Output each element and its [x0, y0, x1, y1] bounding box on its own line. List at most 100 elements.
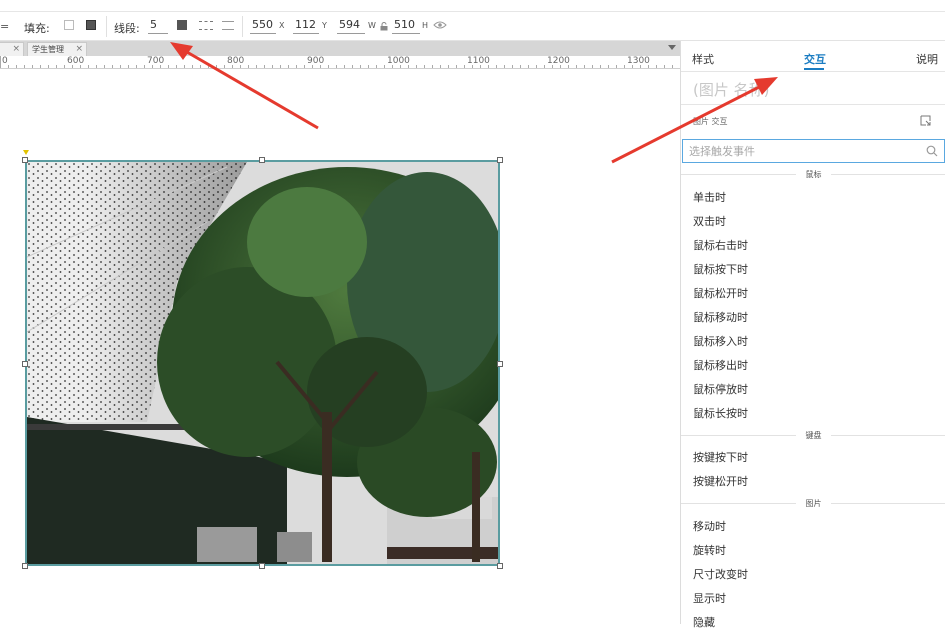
ruler-label: 900 — [307, 56, 325, 66]
ruler-tick — [16, 65, 17, 68]
event-item[interactable]: 双击时 — [693, 213, 726, 229]
tab-label: 学生管理 — [32, 45, 64, 54]
ruler-tick — [88, 65, 89, 68]
ruler-tick — [280, 65, 281, 68]
ruler-tick — [120, 65, 121, 68]
ruler-tick — [528, 65, 529, 68]
ruler-tick — [552, 65, 553, 68]
ruler-tick — [416, 65, 417, 68]
ruler-tick — [480, 65, 481, 68]
ruler-tick — [472, 65, 473, 68]
ruler-tick — [256, 65, 257, 68]
event-item[interactable]: 鼠标长按时 — [693, 405, 748, 421]
height-input[interactable]: 510 — [392, 18, 420, 34]
ruler-tick — [616, 65, 617, 68]
ruler-tick — [320, 65, 321, 68]
stroke-width-input[interactable]: 5 — [148, 18, 168, 34]
tab-style[interactable]: 样式 — [692, 51, 714, 67]
design-canvas[interactable] — [0, 69, 680, 624]
ruler-tick — [248, 65, 249, 68]
tab-dropdown-icon[interactable] — [668, 45, 676, 50]
tab-previous[interactable]: × — [0, 42, 24, 56]
toolbar-divider — [242, 16, 243, 37]
ruler-label: 600 — [67, 56, 85, 66]
event-item[interactable]: 隐藏 — [693, 614, 715, 630]
ruler-label: 1300 — [627, 56, 650, 66]
event-item[interactable]: 按键按下时 — [693, 449, 748, 465]
ruler-label: 1100 — [467, 56, 490, 66]
fill-shadow-swatch[interactable] — [86, 20, 96, 30]
event-item[interactable]: 鼠标停放时 — [693, 381, 748, 397]
visibility-eye-icon[interactable] — [433, 20, 447, 30]
event-item[interactable]: 单击时 — [693, 189, 726, 205]
resize-handle-right[interactable] — [497, 361, 503, 367]
event-item[interactable]: 鼠标移动时 — [693, 309, 748, 325]
ruler-label: 1000 — [387, 56, 410, 66]
stroke-label: 线段: — [114, 22, 140, 35]
ruler-tick — [632, 65, 633, 68]
stroke-color-swatch[interactable] — [177, 20, 187, 30]
ruler-tick — [576, 65, 577, 68]
event-item[interactable]: 移动时 — [693, 518, 726, 534]
ruler-label: 1200 — [547, 56, 570, 66]
event-item[interactable]: 鼠标右击时 — [693, 237, 748, 253]
event-item[interactable]: 旋转时 — [693, 542, 726, 558]
tab-interaction[interactable]: 交互 — [804, 51, 826, 67]
menu-lines-icon[interactable]: = — [0, 20, 9, 33]
resize-handle-bottom[interactable] — [259, 563, 265, 569]
ruler-tick — [560, 65, 561, 68]
resize-handle-bottom-left[interactable] — [22, 563, 28, 569]
tab-notes[interactable]: 说明 — [916, 51, 938, 67]
arrow-style-icon[interactable] — [222, 21, 234, 30]
section-mouse-label: 鼠标 — [805, 170, 822, 179]
ruler-tick — [104, 65, 105, 68]
event-search-input[interactable] — [689, 143, 919, 159]
resize-handle-bottom-right[interactable] — [497, 563, 503, 569]
ruler-tick — [288, 65, 289, 68]
element-name-field[interactable]: (图片 名称) — [693, 79, 769, 100]
y-input[interactable]: 112 — [293, 18, 319, 34]
ruler-tick — [584, 65, 585, 68]
resize-handle-left[interactable] — [22, 361, 28, 367]
tab-close-icon[interactable]: × — [12, 43, 20, 56]
ruler-tick — [648, 65, 649, 68]
resize-handle-top-right[interactable] — [497, 157, 503, 163]
x-input[interactable]: 550 — [250, 18, 276, 34]
ruler-tick — [600, 65, 601, 68]
ruler-tick — [344, 65, 345, 68]
ruler-tick — [272, 65, 273, 68]
line-pattern-icon[interactable] — [199, 21, 213, 30]
ruler-label: 700 — [147, 56, 165, 66]
ruler-tick — [64, 65, 65, 68]
ruler-tick — [392, 65, 393, 68]
event-item[interactable]: 鼠标移出时 — [693, 357, 748, 373]
expand-interactions-icon[interactable] — [920, 115, 931, 126]
resize-handle-top-left[interactable] — [22, 157, 28, 163]
fill-color-swatch[interactable] — [64, 20, 74, 30]
ruler-tick — [48, 65, 49, 68]
ruler-tick — [240, 65, 241, 68]
ruler-tick — [96, 65, 97, 68]
event-item[interactable]: 尺寸改变时 — [693, 566, 748, 582]
event-item[interactable]: 按键松开时 — [693, 473, 748, 489]
tab-close-icon[interactable]: × — [75, 43, 83, 56]
tab-student-management[interactable]: 学生管理 × — [27, 42, 87, 56]
selected-image-widget[interactable] — [25, 160, 500, 566]
search-icon[interactable] — [926, 145, 938, 157]
resize-handle-top[interactable] — [259, 157, 265, 163]
event-item[interactable]: 鼠标按下时 — [693, 261, 748, 277]
ruler-tick — [640, 65, 641, 68]
ruler-tick — [224, 65, 225, 68]
event-item[interactable]: 鼠标松开时 — [693, 285, 748, 301]
corner-radius-handle-icon[interactable] — [23, 150, 29, 155]
ruler-tick — [136, 65, 137, 68]
ruler-tick — [568, 65, 569, 68]
event-item[interactable]: 鼠标移入时 — [693, 333, 748, 349]
ruler-tick — [456, 65, 457, 68]
lock-icon[interactable] — [380, 21, 388, 31]
event-search-box[interactable] — [682, 139, 945, 163]
event-item[interactable]: 显示时 — [693, 590, 726, 606]
ruler-tick — [312, 65, 313, 68]
width-input[interactable]: 594 — [337, 18, 365, 34]
ruler-tick — [368, 65, 369, 68]
